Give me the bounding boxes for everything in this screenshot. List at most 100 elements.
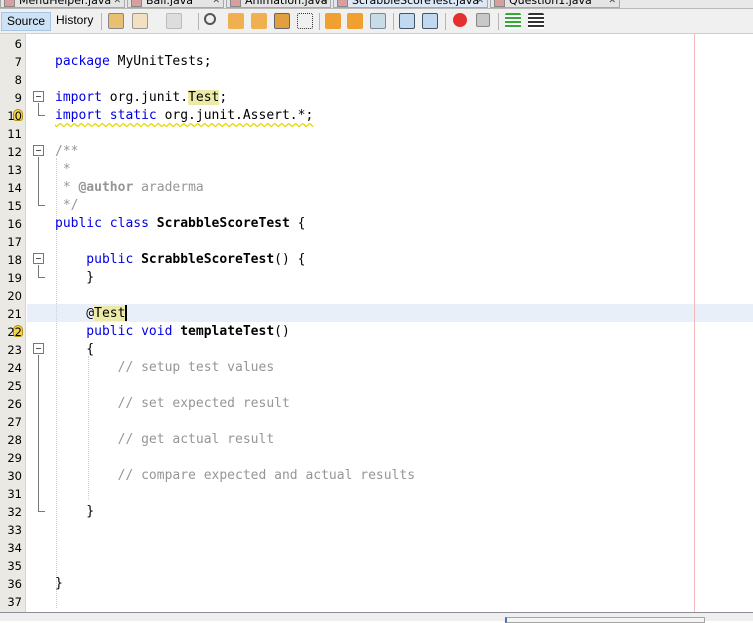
next-bookmark-icon[interactable] xyxy=(347,13,363,29)
close-tab-icon[interactable]: ✕ xyxy=(319,0,327,7)
close-tab-icon[interactable]: ✕ xyxy=(212,0,220,7)
line-number: 15 xyxy=(7,199,22,213)
uncomment-icon[interactable] xyxy=(528,13,544,29)
code-token: } xyxy=(55,504,95,519)
horizontal-scrollbar[interactable] xyxy=(505,617,705,623)
select-rectangle-icon[interactable] xyxy=(297,13,313,29)
code-token: @ xyxy=(55,306,95,321)
code-line[interactable]: package MyUnitTests; xyxy=(55,53,212,71)
code-token: } xyxy=(55,270,95,285)
line-number: 23 xyxy=(7,343,22,357)
code-line[interactable]: // set expected result xyxy=(55,395,290,413)
code-token: Test xyxy=(188,90,220,105)
fold-toggle-method[interactable] xyxy=(33,343,44,354)
file-tab[interactable]: ScrabbleScoreTest.java ✕ xyxy=(333,0,488,8)
code-token: // get actual result xyxy=(55,432,275,447)
right-margin-line xyxy=(694,34,695,612)
fold-end xyxy=(38,277,45,278)
back-icon[interactable] xyxy=(132,13,148,29)
file-tab-label: Ball.java xyxy=(146,0,193,7)
line-number: 13 xyxy=(7,163,22,177)
fold-line xyxy=(38,103,39,115)
code-line[interactable]: /** xyxy=(55,143,78,161)
code-token: ; xyxy=(219,90,228,105)
java-file-icon xyxy=(494,0,505,7)
file-tab-label: Question1.java xyxy=(509,0,592,7)
find-previous-icon[interactable] xyxy=(228,13,244,29)
code-line[interactable]: * @author araderma xyxy=(55,179,204,197)
code-line[interactable]: } xyxy=(55,269,94,287)
start-macro-icon[interactable] xyxy=(453,13,467,27)
previous-bookmark-icon[interactable] xyxy=(325,13,341,29)
fold-toggle-comment[interactable] xyxy=(33,145,44,156)
code-line[interactable]: // compare expected and actual results xyxy=(55,467,415,485)
line-number: 30 xyxy=(7,469,22,483)
java-file-icon xyxy=(131,0,142,7)
separator xyxy=(393,13,394,30)
close-tab-icon[interactable]: ✕ xyxy=(113,0,121,7)
file-tab-label: Animation.java xyxy=(245,0,328,7)
shift-left-icon[interactable] xyxy=(399,13,415,29)
source-tab-button[interactable]: Source xyxy=(1,12,52,31)
code-token: public class xyxy=(55,216,157,231)
code-token: @author xyxy=(78,180,134,195)
stop-macro-icon[interactable] xyxy=(476,13,490,27)
code-line[interactable]: import org.junit.Test; xyxy=(55,89,227,107)
file-tab-label: MenuHelper.java xyxy=(19,0,112,7)
last-edit-icon[interactable] xyxy=(108,13,124,29)
text-caret xyxy=(125,304,128,321)
file-tab-label: ScrabbleScoreTest.java xyxy=(352,0,480,7)
code-line[interactable]: } xyxy=(55,503,94,521)
code-line[interactable]: public ScrabbleScoreTest() { xyxy=(55,251,305,269)
code-editor[interactable]: 6 7 package MyUnitTests; 8 9 import org.junit… xyxy=(0,34,753,612)
code-line[interactable]: // setup test values xyxy=(55,359,275,377)
code-line[interactable]: */ xyxy=(55,197,79,215)
code-line[interactable]: } xyxy=(55,575,63,593)
separator xyxy=(319,13,320,30)
code-token: */ xyxy=(55,198,79,213)
code-token: // set expected result xyxy=(55,396,290,411)
file-tab[interactable]: Question1.java ✕ xyxy=(490,0,620,8)
separator xyxy=(445,13,446,30)
code-line[interactable]: // get actual result xyxy=(55,431,275,449)
close-tab-icon[interactable]: ✕ xyxy=(476,0,484,7)
line-number: 27 xyxy=(7,415,22,429)
fold-line xyxy=(38,355,39,511)
fold-end xyxy=(38,205,45,206)
fold-toggle-imports[interactable] xyxy=(33,91,44,102)
fold-end xyxy=(38,511,45,512)
line-number: 20 xyxy=(7,289,22,303)
code-line[interactable]: * xyxy=(55,161,71,179)
file-tab[interactable]: Animation.java ✕ xyxy=(226,0,331,8)
toggle-highlight-icon[interactable] xyxy=(274,13,290,29)
code-line[interactable]: { xyxy=(55,341,94,359)
fold-line xyxy=(38,157,39,205)
file-tab[interactable]: MenuHelper.java ✕ xyxy=(0,0,125,8)
status-area xyxy=(0,612,753,623)
fold-toggle-constructor[interactable] xyxy=(33,253,44,264)
code-line[interactable]: public void templateTest() xyxy=(55,323,290,341)
history-tab-button[interactable]: History xyxy=(51,12,98,31)
code-token: Test xyxy=(94,306,126,321)
code-token: org.junit.Assert.*; xyxy=(164,108,314,123)
comment-icon[interactable] xyxy=(505,13,521,29)
close-tab-icon[interactable]: ✕ xyxy=(608,0,616,7)
code-token: } xyxy=(55,576,63,591)
forward-icon[interactable] xyxy=(166,13,182,29)
code-token: * xyxy=(55,180,79,195)
separator xyxy=(198,13,199,30)
code-token: () xyxy=(274,324,290,339)
line-number: 6 xyxy=(14,37,22,51)
toggle-bookmark-icon[interactable] xyxy=(370,13,386,29)
line-number: 36 xyxy=(7,577,22,591)
code-line[interactable]: import static org.junit.Assert.*; xyxy=(55,107,313,125)
find-next-icon[interactable] xyxy=(251,13,267,29)
file-tab[interactable]: Ball.java ✕ xyxy=(127,0,224,8)
line-number: 8 xyxy=(14,73,22,87)
code-line[interactable]: @Test xyxy=(55,304,128,323)
code-line[interactable]: public class ScrabbleScoreTest { xyxy=(55,215,305,233)
find-icon[interactable] xyxy=(204,13,216,25)
line-number: 9 xyxy=(14,91,22,105)
line-number: 16 xyxy=(7,217,22,231)
shift-right-icon[interactable] xyxy=(422,13,438,29)
